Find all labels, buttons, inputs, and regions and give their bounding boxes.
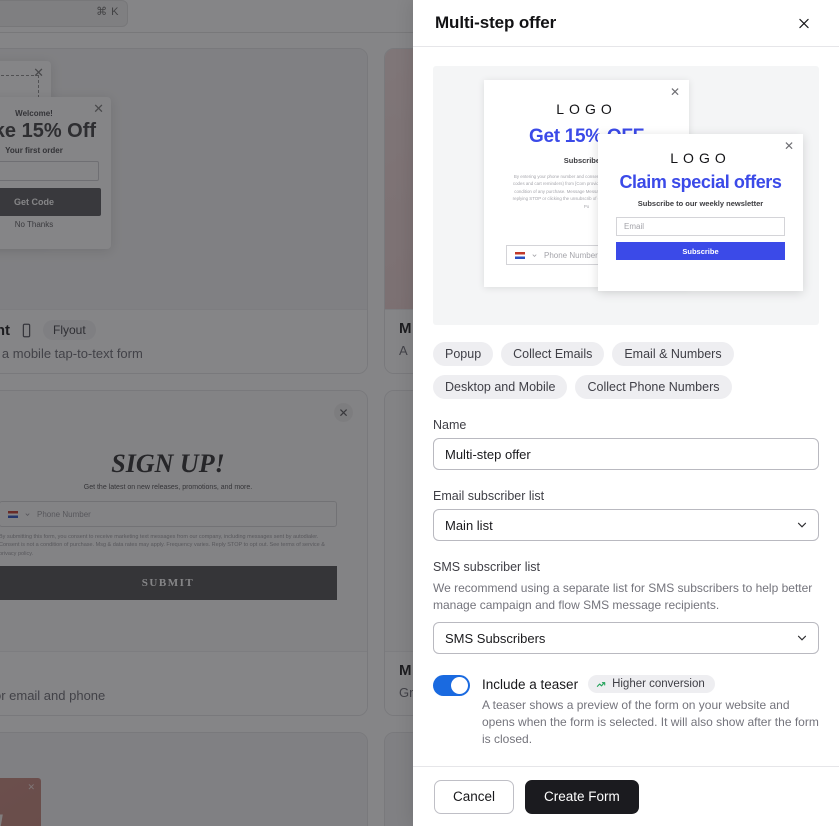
email-list-label: Email subscriber list xyxy=(433,489,819,503)
include-teaser-toggle[interactable] xyxy=(433,675,470,696)
panel-footer: Cancel Create Form xyxy=(413,766,839,826)
status-badge: Higher conversion xyxy=(588,675,715,693)
create-form-panel: Multi-step offer ✕ LOGO Get 15% OFF Subs… xyxy=(413,0,839,826)
name-field-group: Name xyxy=(433,418,819,470)
trending-up-icon xyxy=(596,679,607,690)
form-preview: ✕ LOGO Get 15% OFF Subscribe to By enter… xyxy=(433,66,819,325)
preview-popup-front: ✕ LOGO Claim special offers Subscribe to… xyxy=(598,134,803,291)
tag-collect-phone-numbers: Collect Phone Numbers xyxy=(575,375,731,399)
sms-list-label: SMS subscriber list xyxy=(433,560,819,574)
toggle-knob xyxy=(451,677,468,694)
teaser-setting: Include a teaser Higher conversion A tea… xyxy=(433,675,819,748)
tag-collect-emails: Collect Emails xyxy=(501,342,604,366)
close-panel-button[interactable] xyxy=(791,10,817,36)
cancel-button[interactable]: Cancel xyxy=(434,780,514,814)
logo: LOGO xyxy=(484,101,689,117)
sms-list-value: SMS Subscribers xyxy=(445,631,545,646)
tag-desktop-mobile: Desktop and Mobile xyxy=(433,375,567,399)
subscribe-button[interactable]: Subscribe xyxy=(616,242,785,260)
page-title: Multi-step offer xyxy=(435,13,791,33)
tag-email-numbers: Email & Numbers xyxy=(612,342,733,366)
email-input[interactable]: Email xyxy=(616,217,785,236)
us-flag-icon xyxy=(515,252,525,259)
create-form-button[interactable]: Create Form xyxy=(525,780,639,814)
sms-list-select[interactable]: SMS Subscribers xyxy=(433,622,819,654)
modal-overlay[interactable] xyxy=(0,0,413,826)
close-icon: ✕ xyxy=(670,86,680,98)
close-icon xyxy=(797,15,811,32)
tag-list: Popup Collect Emails Email & Numbers Des… xyxy=(433,342,819,399)
subheadline: Subscribe to our weekly newsletter xyxy=(598,199,803,208)
tag-popup: Popup xyxy=(433,342,493,366)
chevron-down-icon xyxy=(531,252,538,259)
sms-list-help: We recommend using a separate list for S… xyxy=(433,580,819,614)
headline: Claim special offers xyxy=(598,172,803,193)
close-icon: ✕ xyxy=(784,140,794,152)
email-list-field-group: Email subscriber list Main list xyxy=(433,489,819,541)
email-list-select[interactable]: Main list xyxy=(433,509,819,541)
sms-list-field-group: SMS subscriber list We recommend using a… xyxy=(433,560,819,654)
panel-body: ✕ LOGO Get 15% OFF Subscribe to By enter… xyxy=(413,47,839,766)
teaser-description: A teaser shows a preview of the form on … xyxy=(482,697,819,748)
teaser-label: Include a teaser xyxy=(482,677,578,692)
badge-label: Higher conversion xyxy=(612,678,705,690)
panel-header: Multi-step offer xyxy=(413,0,839,46)
name-label: Name xyxy=(433,418,819,432)
name-input[interactable] xyxy=(433,438,819,470)
phone-placeholder: Phone Number xyxy=(544,251,598,260)
email-list-value: Main list xyxy=(445,518,493,533)
logo: LOGO xyxy=(598,150,803,166)
